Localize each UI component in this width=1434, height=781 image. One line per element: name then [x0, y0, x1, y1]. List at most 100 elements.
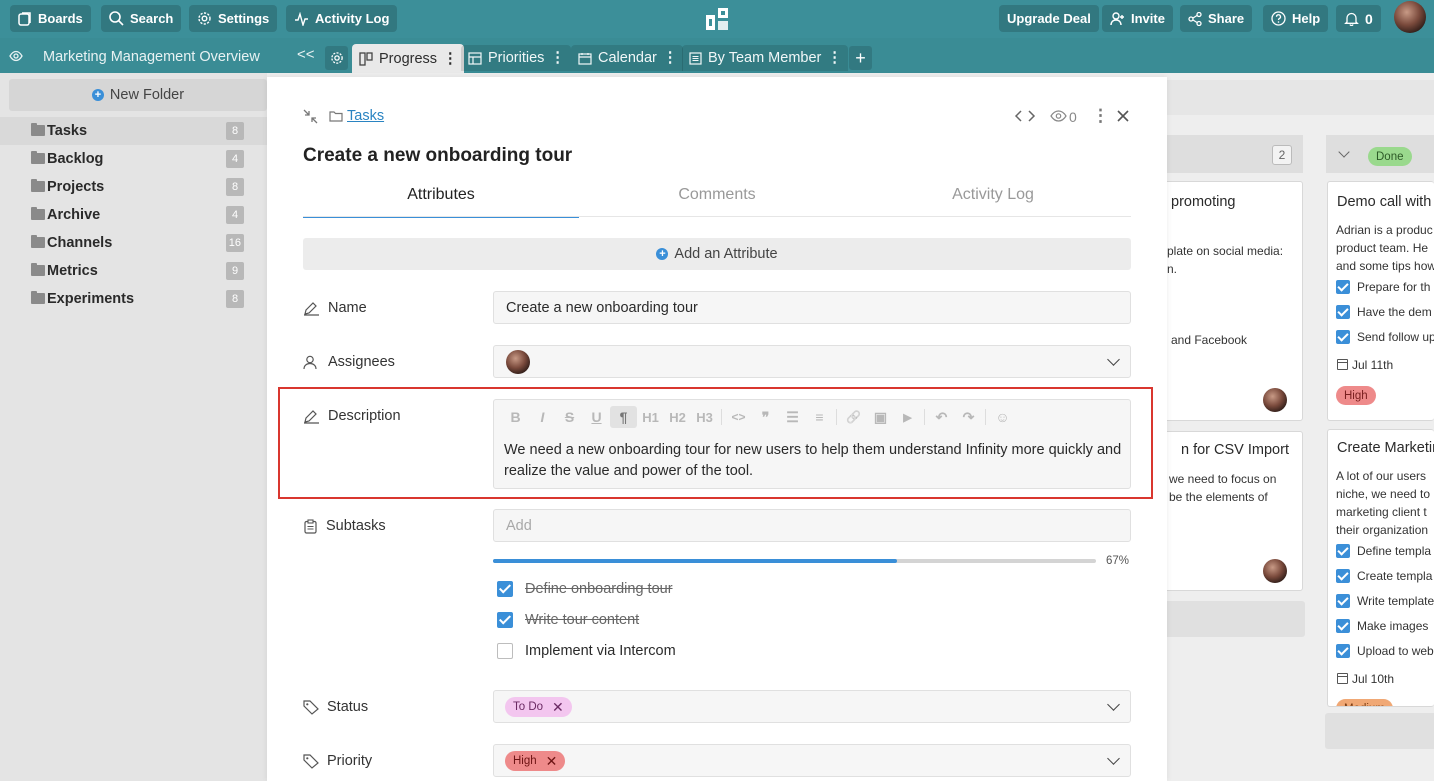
tab-label: Progress [379, 50, 438, 67]
table-icon [468, 51, 482, 65]
breadcrumb-folder-link[interactable]: Tasks [347, 108, 384, 124]
help-button[interactable]: Help [1263, 5, 1329, 32]
tab-attributes[interactable]: Attributes [303, 186, 579, 218]
checkbox-checked[interactable] [1336, 644, 1350, 658]
search-label: Search [130, 11, 174, 26]
notifications-button[interactable]: 0 [1336, 5, 1381, 32]
checkbox-checked[interactable] [1336, 305, 1350, 319]
more-options-icon[interactable]: ⋮ [1092, 106, 1109, 126]
sidebar-item-projects[interactable]: Projects 8 [0, 173, 267, 201]
more-icon[interactable]: ⋮ [663, 50, 677, 66]
sidebar-item-tasks[interactable]: Tasks 8 [0, 117, 267, 145]
code-icon[interactable] [1014, 109, 1036, 123]
checkbox-checked[interactable] [1336, 619, 1350, 633]
name-field[interactable]: Create a new onboarding tour [493, 291, 1131, 324]
task-title[interactable]: Create a new onboarding tour [303, 145, 572, 167]
add-view-button[interactable]: + [849, 46, 872, 70]
tab-priorities[interactable]: Priorities ⋮ [461, 45, 571, 71]
upgrade-deal-button[interactable]: Upgrade Deal [999, 5, 1099, 32]
subtask-text[interactable]: Define onboarding tour [525, 581, 673, 597]
remove-tag-icon[interactable]: ✕ [546, 754, 558, 768]
subtask-item[interactable]: Define onboarding tour [497, 581, 673, 597]
board-card[interactable]: Demo call with Adrian is a produc produc… [1327, 181, 1434, 421]
user-avatar[interactable] [1394, 1, 1426, 33]
upgrade-deal-label: Upgrade Deal [1007, 11, 1091, 26]
folder-icon [31, 123, 45, 136]
subtask-item[interactable]: Write tour content [497, 612, 639, 628]
subtask-progress-percent: 67% [1106, 555, 1130, 567]
assignee-avatar[interactable] [506, 350, 530, 374]
chevron-down-icon[interactable] [1338, 146, 1350, 158]
search-icon [109, 11, 124, 26]
chevron-down-icon[interactable] [1107, 353, 1120, 366]
subtask-text[interactable]: Implement via Intercom [525, 643, 676, 659]
checkbox-checked[interactable] [497, 612, 513, 628]
board-card[interactable]: n for CSV Import we need to focus on be … [1150, 431, 1303, 591]
tab-comments[interactable]: Comments [579, 186, 855, 218]
add-card-placeholder[interactable] [1150, 601, 1305, 637]
activity-log-button[interactable]: Activity Log [286, 5, 398, 32]
remove-tag-icon[interactable]: ✕ [552, 700, 564, 714]
avatar [1263, 559, 1287, 583]
more-icon[interactable]: ⋮ [443, 51, 457, 67]
calendar-icon [1337, 359, 1348, 370]
new-folder-button[interactable]: + New Folder [9, 79, 267, 111]
eye-icon[interactable] [9, 50, 23, 62]
more-icon[interactable]: ⋮ [827, 50, 841, 66]
plus-icon: + [91, 89, 104, 101]
tab-calendar[interactable]: Calendar ⋮ [571, 45, 684, 71]
close-icon[interactable] [1116, 109, 1130, 123]
sidebar-item-metrics[interactable]: Metrics 9 [0, 257, 267, 285]
board-card[interactable]: Create Marketin A lot of our users niche… [1327, 429, 1434, 707]
eye-icon[interactable] [1050, 110, 1067, 122]
subtask-item[interactable]: Implement via Intercom [497, 643, 676, 659]
add-user-icon [1110, 11, 1124, 25]
status-field[interactable]: To Do ✕ [493, 690, 1131, 723]
boards-button[interactable]: Boards [10, 5, 91, 32]
assignees-field[interactable] [493, 345, 1131, 378]
checkbox-checked[interactable] [1336, 280, 1350, 294]
invite-label: Invite [1131, 11, 1165, 26]
gear-icon [330, 52, 343, 64]
folder-name: Projects [47, 179, 105, 195]
card-checklist-item: Prepare for th [1357, 280, 1431, 294]
collapse-sidebar-button[interactable]: << [297, 46, 315, 63]
subtask-input[interactable]: Add [493, 509, 1131, 542]
add-card-placeholder[interactable] [1325, 713, 1434, 749]
priority-field[interactable]: High ✕ [493, 744, 1131, 777]
status-tag-text: To Do [513, 701, 544, 713]
add-attribute-button[interactable]: + Add an Attribute [303, 238, 1131, 270]
tab-progress[interactable]: Progress ⋮ [352, 44, 464, 73]
chevron-down-icon[interactable] [1107, 752, 1120, 765]
more-icon[interactable]: ⋮ [550, 50, 564, 66]
folder-count: 8 [226, 122, 244, 140]
minimize-icon[interactable] [303, 109, 318, 124]
sidebar-item-backlog[interactable]: Backlog 4 [0, 145, 267, 173]
card-title: promoting [1171, 194, 1236, 210]
sidebar-item-archive[interactable]: Archive 4 [0, 201, 267, 229]
plus-icon: + [656, 248, 669, 260]
checkbox-checked[interactable] [1336, 544, 1350, 558]
search-button[interactable]: Search [101, 5, 182, 32]
invite-button[interactable]: Invite [1102, 5, 1173, 32]
share-button[interactable]: Share [1180, 5, 1253, 32]
checkbox-checked[interactable] [497, 581, 513, 597]
settings-button[interactable]: Settings [189, 5, 278, 32]
sidebar-item-experiments[interactable]: Experiments 8 [0, 285, 267, 313]
tab-activity-log[interactable]: Activity Log [855, 186, 1131, 218]
checkbox-unchecked[interactable] [497, 643, 513, 659]
tab-by-team-member[interactable]: By Team Member ⋮ [682, 45, 848, 71]
folder-name: Metrics [47, 263, 98, 279]
view-settings-button[interactable] [325, 46, 348, 70]
checkbox-checked[interactable] [1336, 569, 1350, 583]
checkbox-checked[interactable] [1336, 594, 1350, 608]
assignees-label-text: Assignees [328, 354, 395, 370]
chevron-down-icon[interactable] [1107, 698, 1120, 711]
card-text: and some tips how [1336, 259, 1434, 273]
checkbox-checked[interactable] [1336, 330, 1350, 344]
sidebar-item-channels[interactable]: Channels 16 [0, 229, 267, 257]
board-name[interactable]: Marketing Management Overview [43, 49, 260, 65]
board-card[interactable]: promoting plate on social media: n. and … [1150, 181, 1303, 421]
folder-count: 16 [225, 234, 244, 252]
subtask-text[interactable]: Write tour content [525, 612, 639, 628]
